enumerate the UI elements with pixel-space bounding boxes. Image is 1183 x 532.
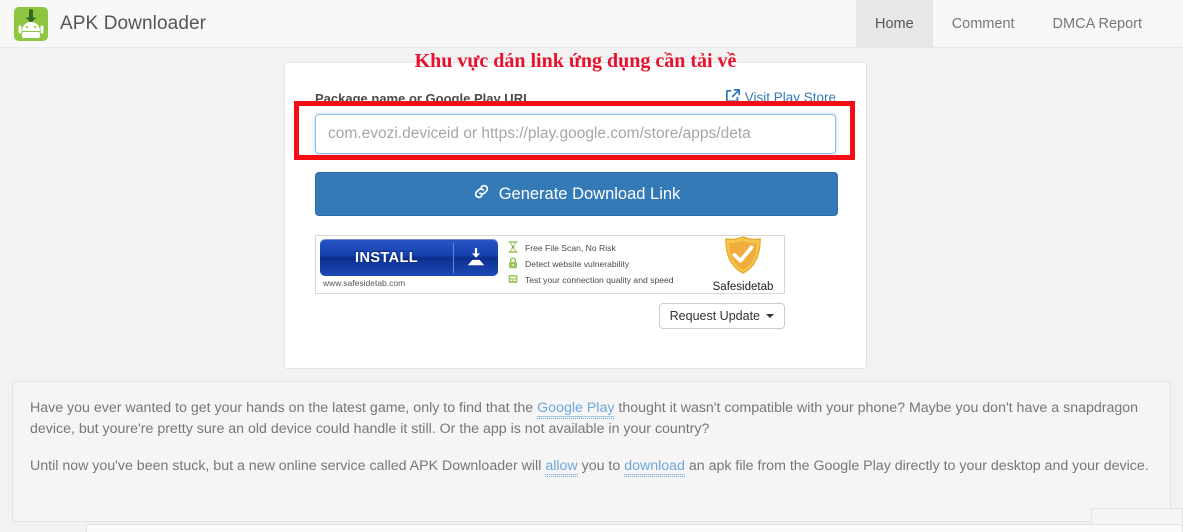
ad-feature-text: Free File Scan, No Risk: [525, 243, 616, 253]
package-name-label: Package name or Google Play URL: [315, 91, 532, 106]
desc-p1-text-a: Have you ever wanted to get your hands o…: [30, 400, 538, 416]
download-link[interactable]: download: [624, 458, 685, 475]
ad-feature-row: Free File Scan, No Risk: [508, 241, 702, 255]
desc-p2-text-a: Until now you've been stuck, but a new o…: [30, 458, 546, 474]
form-body: Package name or Google Play URL Visit Pl…: [285, 63, 866, 329]
nav-item-dmca-report[interactable]: DMCA Report: [1034, 0, 1161, 47]
visit-play-store-link[interactable]: Visit Play Store: [725, 89, 836, 106]
external-link-icon: [725, 89, 740, 106]
padlock-icon: [508, 257, 518, 271]
description-paragraph-2: Until now you've been stuck, but a new o…: [30, 456, 1153, 477]
description-paragraph-1: Have you ever wanted to get your hands o…: [30, 398, 1153, 440]
ad-install-button[interactable]: INSTALL: [320, 239, 498, 276]
generate-download-link-button[interactable]: Generate Download Link: [315, 172, 838, 216]
speed-meter-icon: [508, 273, 518, 287]
form-label-row: Package name or Google Play URL Visit Pl…: [315, 89, 836, 106]
download-form-panel: Package name or Google Play URL Visit Pl…: [284, 62, 867, 369]
ad-feature-text: Test your connection quality and speed: [525, 275, 674, 285]
brand-title: APK Downloader: [60, 12, 207, 34]
download-tray-icon: [454, 247, 498, 268]
nav-items: Home Comment DMCA Report: [856, 0, 1183, 47]
scanner-icon: [508, 241, 518, 255]
ad-url-label: www.safesidetab.com: [323, 278, 406, 288]
caret-down-icon: [766, 314, 774, 318]
url-input-wrapper: [315, 114, 836, 154]
advertisement-banner[interactable]: INSTALL www.safesidetab.com Free File Sc…: [315, 235, 785, 294]
top-navbar: APK Downloader Home Comment DMCA Report: [0, 0, 1183, 48]
annotation-text: Khu vực dán link ứng dụng cần tải về: [414, 50, 737, 72]
bottom-partial-panel: [86, 524, 1183, 532]
description-well: Have you ever wanted to get your hands o…: [12, 381, 1171, 522]
desc-p2-text-c: an apk file from the Google Play directl…: [684, 458, 1149, 474]
brand-area[interactable]: APK Downloader: [0, 0, 206, 47]
generate-button-label: Generate Download Link: [498, 184, 681, 203]
request-update-button[interactable]: Request Update: [658, 303, 785, 329]
request-update-label: Request Update: [669, 309, 760, 323]
shield-check-icon: [722, 236, 764, 280]
visit-play-store-label: Visit Play Store: [744, 90, 836, 105]
package-url-input[interactable]: [315, 114, 836, 154]
allow-link[interactable]: allow: [545, 458, 578, 475]
link-chain-icon: [473, 183, 490, 205]
ad-brand-label: Safesidetab: [712, 280, 774, 293]
ad-feature-row: Detect website vulnerability: [508, 257, 702, 271]
android-download-logo-icon: [14, 6, 48, 41]
nav-item-comment[interactable]: Comment: [933, 0, 1034, 47]
ad-feature-text: Detect website vulnerability: [525, 259, 630, 269]
ad-feature-row: Test your connection quality and speed: [508, 273, 702, 287]
ad-install-label: INSTALL: [355, 249, 418, 266]
google-play-link[interactable]: Google Play: [537, 400, 615, 417]
nav-item-home[interactable]: Home: [856, 0, 933, 47]
ad-features: Free File Scan, No Risk Detect website v…: [502, 236, 702, 293]
ad-brand-area: Safesidetab: [702, 236, 784, 293]
ad-install-area[interactable]: INSTALL www.safesidetab.com: [316, 236, 502, 293]
request-update-row: Request Update: [315, 303, 785, 329]
desc-p2-text-b: you to: [577, 458, 625, 474]
